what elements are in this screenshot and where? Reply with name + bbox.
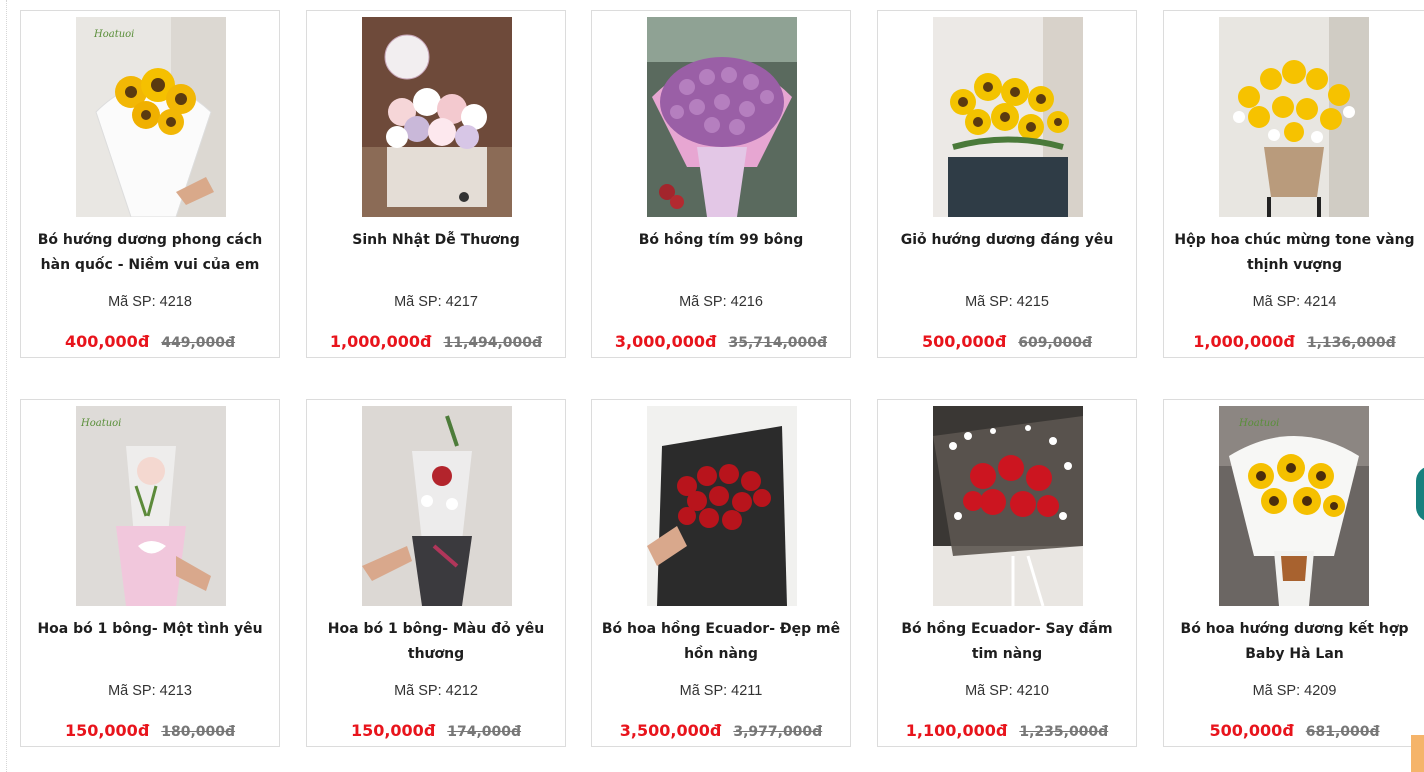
original-price: 609,000đ (1018, 335, 1093, 351)
product-sku: Mã SP: 4215 (878, 294, 1136, 310)
price-row: 1,000,000đ 1,136,000đ (1164, 332, 1424, 352)
product-card[interactable]: Hoatuoi Hoa bó 1 bông- Một tình yêu Mã S… (20, 399, 280, 747)
product-image[interactable]: Hoatuoi (1219, 406, 1369, 606)
product-name[interactable]: Bó hoa hướng dương kết hợp Baby Hà Lan (1172, 617, 1417, 667)
product-sku: Mã SP: 4218 (21, 294, 279, 310)
price-row: 150,000đ 174,000đ (307, 721, 565, 741)
price-row: 400,000đ 449,000đ (21, 332, 279, 352)
product-card[interactable]: Hộp hoa chúc mừng tone vàng thịnh vượng … (1163, 10, 1424, 358)
product-card[interactable]: Hoatuoi Bó hướng dương phong cách hàn qu… (20, 10, 280, 358)
sku-value: 4213 (159, 683, 192, 699)
product-image[interactable] (647, 406, 797, 606)
product-image[interactable] (1219, 17, 1369, 217)
svg-text:Hoatuoi: Hoatuoi (1238, 418, 1279, 429)
product-card[interactable]: Bó hồng tím 99 bông Mã SP: 4216 3,000,000… (591, 10, 851, 358)
sale-price: 150,000đ (350, 721, 436, 740)
product-name[interactable]: Bó hồng Ecuador- Say đắm tim nàng (886, 617, 1128, 667)
product-sku: Mã SP: 4212 (307, 683, 565, 699)
sku-value: 4210 (1016, 683, 1049, 699)
product-image[interactable] (933, 17, 1083, 217)
sku-label: Mã SP: (1252, 683, 1301, 699)
sku-label: Mã SP: (394, 683, 442, 699)
sale-price: 1,000,000đ (329, 332, 432, 351)
sku-value: 4209 (1304, 683, 1337, 699)
floating-contact-button[interactable] (1416, 466, 1424, 522)
original-price: 11,494,000đ (443, 335, 543, 351)
sku-value: 4214 (1304, 294, 1337, 310)
sale-price: 3,500,000đ (619, 721, 722, 740)
sku-label: Mã SP: (108, 294, 156, 310)
sku-label: Mã SP: (679, 683, 728, 699)
original-price: 180,000đ (161, 724, 236, 740)
price-row: 1,000,000đ 11,494,000đ (307, 332, 565, 352)
sale-price: 500,000đ (1209, 721, 1294, 740)
sku-value: 4211 (731, 683, 763, 699)
product-image[interactable] (362, 406, 512, 606)
price-row: 500,000đ 681,000đ (1164, 721, 1424, 741)
sku-value: 4216 (730, 294, 763, 310)
product-grid-page: Hoatuoi Bó hướng dương phong cách hàn qu… (0, 0, 1424, 772)
sale-price: 1,000,000đ (1193, 332, 1295, 351)
product-sku: Mã SP: 4211 (592, 683, 850, 699)
sku-value: 4212 (445, 683, 478, 699)
sale-price: 500,000đ (921, 332, 1007, 351)
product-card[interactable]: Bó hồng Ecuador- Say đắm tim nàng Mã SP:… (877, 399, 1137, 747)
product-image[interactable] (933, 406, 1083, 606)
floating-corner-tab[interactable] (1411, 735, 1424, 772)
product-image[interactable]: Hoatuoi (76, 406, 226, 606)
product-name[interactable]: Bó hồng tím 99 bông (600, 228, 842, 253)
price-row: 3,500,000đ 3,977,000đ (592, 721, 850, 741)
product-name[interactable]: Bó hướng dương phong cách hàn quốc - Niề… (29, 228, 271, 278)
sku-label: Mã SP: (1252, 294, 1301, 310)
sku-label: Mã SP: (679, 294, 727, 310)
product-image[interactable] (647, 17, 797, 217)
sku-value: 4217 (445, 294, 478, 310)
product-card[interactable]: Bó hoa hồng Ecuador- Đẹp mê hồn nàng Mã … (591, 399, 851, 747)
original-price: 35,714,000đ (728, 335, 828, 351)
price-row: 1,100,000đ 1,235,000đ (878, 721, 1136, 741)
svg-text:Hoatuoi: Hoatuoi (93, 29, 134, 40)
sale-price: 400,000đ (64, 332, 150, 351)
original-price: 174,000đ (447, 724, 522, 740)
product-sku: Mã SP: 4209 (1164, 683, 1424, 699)
original-price: 681,000đ (1305, 724, 1380, 740)
sku-label: Mã SP: (965, 294, 1013, 310)
product-name[interactable]: Hoa bó 1 bông- Màu đỏ yêu thương (315, 617, 557, 667)
left-divider (6, 0, 7, 772)
product-sku: Mã SP: 4217 (307, 294, 565, 310)
sale-price: 3,000,000đ (614, 332, 717, 351)
product-sku: Mã SP: 4213 (21, 683, 279, 699)
product-name[interactable]: Hoa bó 1 bông- Một tình yêu (29, 617, 271, 642)
product-image[interactable] (362, 17, 512, 217)
product-image[interactable]: Hoatuoi (76, 17, 226, 217)
sku-value: 4215 (1016, 294, 1049, 310)
price-row: 3,000,000đ 35,714,000đ (592, 332, 850, 352)
product-card[interactable]: Giỏ hướng dương đáng yêu Mã SP: 4215 500,… (877, 10, 1137, 358)
original-price: 449,000đ (161, 335, 236, 351)
sku-label: Mã SP: (108, 683, 156, 699)
sku-value: 4218 (159, 294, 192, 310)
price-row: 500,000đ 609,000đ (878, 332, 1136, 352)
product-sku: Mã SP: 4214 (1164, 294, 1424, 310)
product-name[interactable]: Sinh Nhật Dễ Thương (315, 228, 557, 253)
sale-price: 150,000đ (64, 721, 150, 740)
product-name[interactable]: Bó hoa hồng Ecuador- Đẹp mê hồn nàng (600, 617, 842, 667)
sale-price: 1,100,000đ (905, 721, 1008, 740)
original-price: 1,136,000đ (1306, 335, 1396, 351)
product-name[interactable]: Giỏ hướng dương đáng yêu (886, 228, 1128, 253)
sku-label: Mã SP: (965, 683, 1013, 699)
product-sku: Mã SP: 4216 (592, 294, 850, 310)
original-price: 1,235,000đ (1019, 724, 1109, 740)
original-price: 3,977,000đ (733, 724, 823, 740)
product-card[interactable]: Hoa bó 1 bông- Màu đỏ yêu thương Mã SP: 4… (306, 399, 566, 747)
product-card[interactable]: Hoatuoi Bó hoa hướng dương kết hợp Baby … (1163, 399, 1424, 747)
sku-label: Mã SP: (394, 294, 442, 310)
product-name[interactable]: Hộp hoa chúc mừng tone vàng thịnh vượng (1172, 228, 1417, 278)
product-sku: Mã SP: 4210 (878, 683, 1136, 699)
price-row: 150,000đ 180,000đ (21, 721, 279, 741)
product-card[interactable]: Sinh Nhật Dễ Thương Mã SP: 4217 1,000,000… (306, 10, 566, 358)
svg-text:Hoatuoi: Hoatuoi (80, 418, 121, 429)
